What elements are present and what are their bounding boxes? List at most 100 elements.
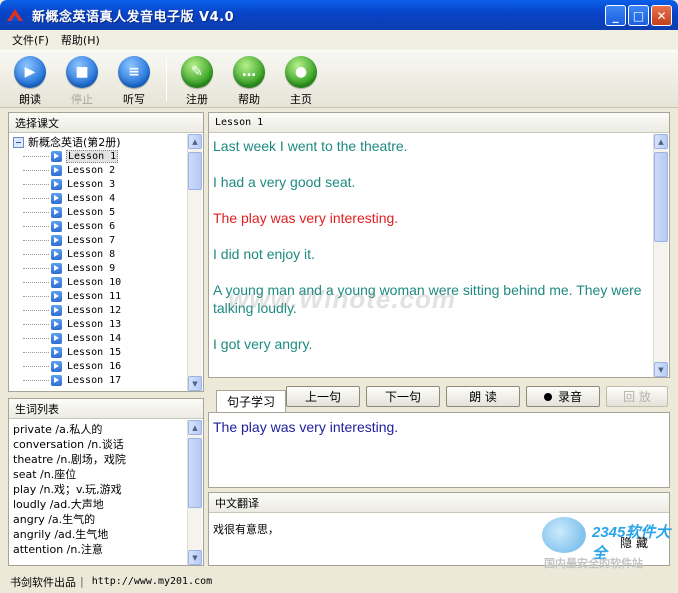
- scroll-thumb[interactable]: [654, 152, 668, 242]
- vocab-scrollbar[interactable]: ▲ ▼: [187, 420, 202, 565]
- lesson-item[interactable]: Lesson 12: [9, 303, 203, 317]
- read-aloud-button[interactable]: ▶ 朗读: [10, 51, 50, 107]
- play-lesson-icon: [51, 304, 62, 316]
- scroll-up-arrow-icon[interactable]: ▲: [188, 134, 202, 149]
- scroll-down-arrow-icon[interactable]: ▼: [654, 362, 668, 377]
- document-icon: ≡: [118, 56, 150, 88]
- lesson-item[interactable]: Lesson 7: [9, 233, 203, 247]
- vocab-item[interactable]: play /n.戏；v.玩,游戏: [9, 482, 203, 497]
- lesson-label: Lesson 11: [67, 290, 122, 302]
- stop-button[interactable]: ■ 停止: [62, 51, 102, 107]
- lesson-item[interactable]: Lesson 15: [9, 345, 203, 359]
- scroll-up-arrow-icon[interactable]: ▲: [654, 134, 668, 149]
- lesson-sentence[interactable]: The play was very interesting.: [209, 209, 669, 227]
- record-icon: [543, 392, 552, 401]
- vocab-item[interactable]: private /a.私人的: [9, 422, 203, 437]
- lesson-item[interactable]: Lesson 16: [9, 359, 203, 373]
- help-button[interactable]: … 帮助: [229, 51, 269, 107]
- lesson-item[interactable]: Lesson 2: [9, 163, 203, 177]
- tab-sentence-study[interactable]: 句子学习: [216, 390, 286, 412]
- collapse-icon[interactable]: [13, 136, 24, 148]
- lesson-label: Lesson 15: [67, 346, 122, 358]
- lesson-item[interactable]: Lesson 13: [9, 317, 203, 331]
- lesson-item[interactable]: Lesson 9: [9, 261, 203, 275]
- read-aloud-label: 朗读: [19, 93, 41, 106]
- scroll-down-arrow-icon[interactable]: ▼: [188, 376, 202, 391]
- lesson-item[interactable]: Lesson 10: [9, 275, 203, 289]
- lesson-sentence[interactable]: I had a very good seat.: [209, 173, 669, 191]
- lesson-sentence[interactable]: I did not enjoy it.: [209, 245, 669, 263]
- record-button[interactable]: 录音: [526, 386, 600, 407]
- vocab-item[interactable]: conversation /n.谈话: [9, 437, 203, 452]
- dictation-button[interactable]: ≡ 听写: [114, 51, 154, 107]
- lesson-item[interactable]: Lesson 3: [9, 177, 203, 191]
- next-sentence-button[interactable]: 下一句: [366, 386, 440, 407]
- play-lesson-icon: [51, 262, 62, 274]
- read-sentence-button[interactable]: 朗 读: [446, 386, 520, 407]
- vocab-item[interactable]: seat /n.座位: [9, 467, 203, 482]
- lesson-sentence[interactable]: Last week I went to the theatre.: [209, 137, 669, 155]
- lesson-label: Lesson 2: [67, 164, 116, 176]
- lesson-text[interactable]: Last week I went to the theatre. I had a …: [209, 133, 669, 375]
- play-lesson-icon: [51, 332, 62, 344]
- play-lesson-icon: [51, 290, 62, 302]
- text-panel: Lesson 1 Last week I went to the theatre…: [208, 112, 670, 378]
- publisher: 书剑软件出品: [10, 575, 76, 589]
- tree-root-node[interactable]: 新概念英语(第2册): [9, 135, 203, 149]
- vocab-item[interactable]: attention /n.注意: [9, 542, 203, 557]
- current-sentence: The play was very interesting.: [213, 419, 399, 435]
- lesson-label: Lesson 10: [67, 276, 122, 288]
- lesson-label: Lesson 13: [67, 318, 122, 330]
- vocab-list: private /a.私人的 conversation /n.谈话 theatre …: [9, 419, 203, 557]
- lesson-panel-title: 选择课文: [9, 113, 203, 133]
- lesson-item[interactable]: Lesson 6: [9, 219, 203, 233]
- vocab-item[interactable]: loudly /ad.大声地: [9, 497, 203, 512]
- vocab-item[interactable]: angry /a.生气的: [9, 512, 203, 527]
- scroll-thumb[interactable]: [188, 438, 202, 508]
- play-lesson-icon: [51, 234, 62, 246]
- close-button[interactable]: ✕: [651, 5, 672, 26]
- hide-button[interactable]: 隐藏: [608, 531, 664, 553]
- play-icon: ▶: [14, 56, 46, 88]
- text-scrollbar[interactable]: ▲ ▼: [653, 134, 668, 377]
- home-button[interactable]: ● 主页: [281, 51, 321, 107]
- home-label: 主页: [290, 93, 312, 106]
- scroll-thumb[interactable]: [188, 152, 202, 190]
- play-lesson-icon: [51, 220, 62, 232]
- menu-help[interactable]: 帮助(H): [55, 32, 106, 48]
- lesson-item[interactable]: Lesson 4: [9, 191, 203, 205]
- lesson-scrollbar[interactable]: ▲ ▼: [187, 134, 202, 391]
- scroll-down-arrow-icon[interactable]: ▼: [188, 550, 202, 565]
- play-lesson-icon: [51, 360, 62, 372]
- lesson-item[interactable]: Lesson 11: [9, 289, 203, 303]
- vocab-panel: 生词列表 private /a.私人的 conversation /n.谈话 the…: [8, 398, 204, 566]
- vocab-item[interactable]: theatre /n.剧场，戏院: [9, 452, 203, 467]
- lesson-item[interactable]: Lesson 1: [9, 149, 203, 163]
- window-title: 新概念英语真人发音电子版 V4.0: [32, 9, 235, 25]
- lesson-label: Lesson 5: [67, 206, 116, 218]
- sentence-panel: The play was very interesting.: [208, 412, 670, 488]
- play-lesson-icon: [51, 248, 62, 260]
- replay-button[interactable]: 回 放: [606, 386, 668, 407]
- maximize-button[interactable]: □: [628, 5, 649, 26]
- app-logo-icon: [6, 6, 24, 24]
- lesson-item[interactable]: Lesson 14: [9, 331, 203, 345]
- help-label: 帮助: [238, 93, 260, 106]
- lesson-sentence[interactable]: I got very angry.: [209, 335, 669, 353]
- dictation-label: 听写: [123, 93, 145, 106]
- brand-slogan: 国内最安全的软件站: [544, 557, 643, 570]
- lesson-label: Lesson 7: [67, 234, 116, 246]
- register-button[interactable]: ✎ 注册: [177, 51, 217, 107]
- lesson-label: Lesson 6: [67, 220, 116, 232]
- lesson-item[interactable]: Lesson 8: [9, 247, 203, 261]
- scroll-up-arrow-icon[interactable]: ▲: [188, 420, 202, 435]
- vocab-item[interactable]: angrily /ad.生气地: [9, 527, 203, 542]
- lesson-item[interactable]: Lesson 5: [9, 205, 203, 219]
- previous-sentence-button[interactable]: 上一句: [286, 386, 360, 407]
- menu-file[interactable]: 文件(F): [6, 32, 55, 48]
- lesson-item[interactable]: Lesson 17: [9, 373, 203, 387]
- minimize-button[interactable]: _: [605, 5, 626, 26]
- brand-badge-icon: [542, 517, 586, 553]
- vocab-panel-title: 生词列表: [9, 399, 203, 419]
- website-link[interactable]: http://www.my201.com: [92, 576, 212, 587]
